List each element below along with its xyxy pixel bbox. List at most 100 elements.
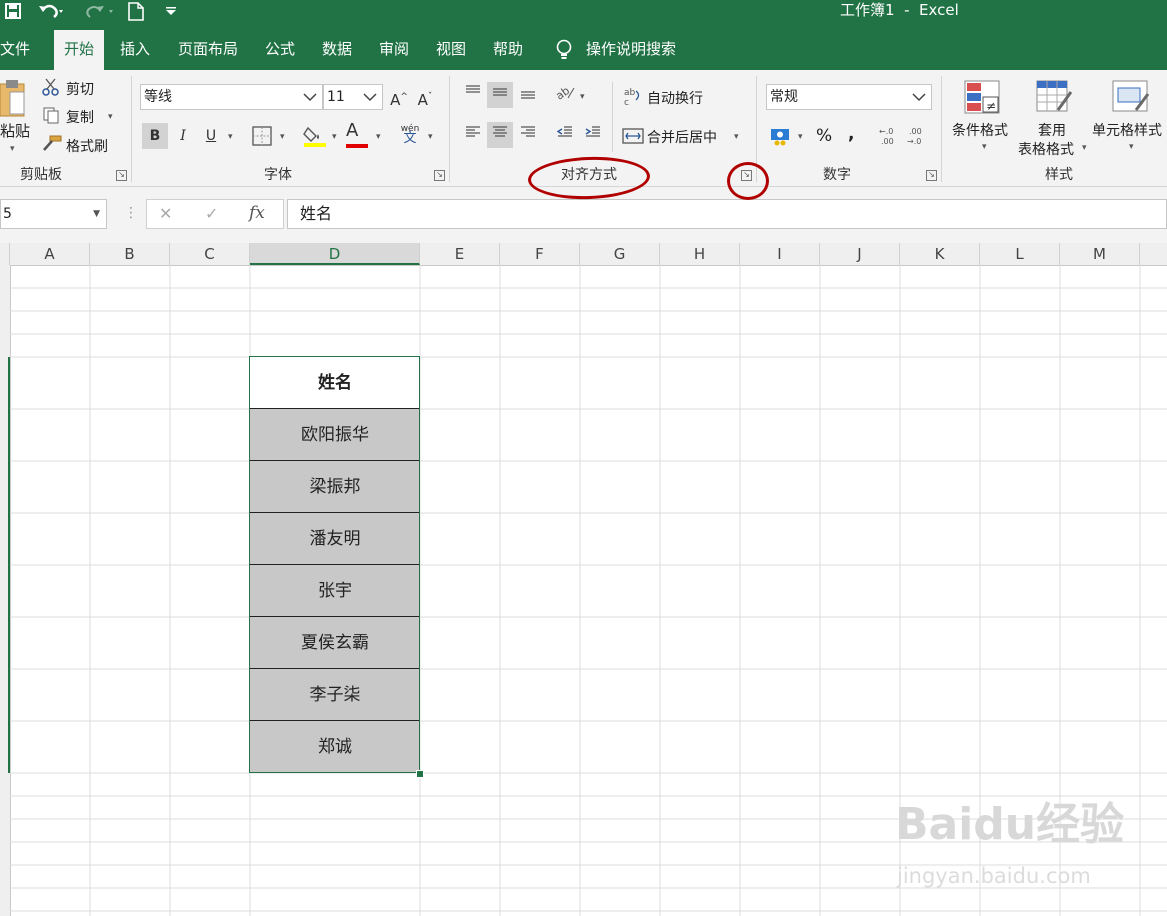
- column-header[interactable]: J: [820, 243, 900, 265]
- font-dialog-launcher-icon[interactable]: ↘: [434, 170, 445, 181]
- align-center-icon[interactable]: [487, 122, 513, 148]
- tell-me-search[interactable]: 操作说明搜索: [586, 30, 676, 70]
- percent-style-button[interactable]: %: [816, 126, 832, 146]
- phonetic-guide-icon[interactable]: wén 文: [400, 124, 420, 145]
- format-as-table-button[interactable]: 表格格式: [1018, 139, 1074, 159]
- decrease-decimal-icon[interactable]: .00 →.0: [906, 124, 928, 152]
- table-cell[interactable]: 欧阳振华: [250, 409, 420, 461]
- chevron-down-icon[interactable]: [362, 85, 378, 118]
- accounting-dropdown-icon[interactable]: ▾: [798, 132, 803, 142]
- borders-icon[interactable]: [252, 126, 272, 150]
- tab-file[interactable]: 文件: [0, 30, 30, 70]
- paste-dropdown-icon[interactable]: ▾: [10, 144, 15, 154]
- new-document-icon[interactable]: [128, 2, 144, 26]
- column-header[interactable]: D: [250, 243, 420, 265]
- customize-icon[interactable]: [164, 0, 178, 23]
- column-header[interactable]: B: [90, 243, 170, 265]
- decrease-indent-icon[interactable]: [552, 122, 578, 148]
- column-header[interactable]: F: [500, 243, 580, 265]
- merge-dropdown-icon[interactable]: ▾: [734, 132, 739, 142]
- align-right-icon[interactable]: [515, 122, 541, 148]
- paste-icon[interactable]: [0, 78, 26, 122]
- cell-header-name[interactable]: 姓名: [250, 357, 420, 409]
- tab-data[interactable]: 数据: [322, 30, 352, 70]
- decrease-font-size-icon[interactable]: Aˇ: [412, 84, 438, 110]
- copy-dropdown-icon[interactable]: ▾: [108, 112, 113, 122]
- fill-color-icon[interactable]: [302, 124, 328, 152]
- accounting-format-icon[interactable]: [770, 126, 792, 150]
- cell-styles-dropdown-icon[interactable]: ▾: [1129, 142, 1134, 152]
- orientation-icon[interactable]: ab: [552, 82, 578, 108]
- column-header-partial[interactable]: [1140, 243, 1167, 265]
- number-dialog-launcher-icon[interactable]: ↘: [926, 170, 937, 181]
- column-header[interactable]: L: [980, 243, 1060, 265]
- column-header[interactable]: K: [900, 243, 980, 265]
- tab-page-layout[interactable]: 页面布局: [178, 30, 238, 70]
- tab-formulas[interactable]: 公式: [265, 30, 295, 70]
- bold-button[interactable]: B: [142, 123, 168, 149]
- select-all-corner[interactable]: [0, 243, 10, 265]
- wrap-text-button[interactable]: 自动换行: [647, 88, 703, 108]
- save-icon[interactable]: [4, 2, 22, 25]
- table-cell[interactable]: 张宇: [250, 565, 420, 617]
- insert-function-icon[interactable]: fx: [249, 203, 265, 223]
- chevron-down-icon[interactable]: [911, 85, 927, 118]
- align-middle-icon[interactable]: [487, 82, 513, 108]
- font-color-dropdown-icon[interactable]: ▾: [376, 132, 381, 142]
- align-bottom-icon[interactable]: [515, 82, 541, 108]
- increase-indent-icon[interactable]: [580, 122, 606, 148]
- underline-dropdown-icon[interactable]: ▾: [228, 132, 233, 142]
- table-cell[interactable]: 潘友明: [250, 513, 420, 565]
- column-header[interactable]: A: [10, 243, 90, 265]
- table-cell[interactable]: 梁振邦: [250, 461, 420, 513]
- phonetic-dropdown-icon[interactable]: ▾: [428, 132, 433, 142]
- format-as-table-line1[interactable]: 套用: [1038, 120, 1066, 140]
- cut-button[interactable]: 剪切: [66, 79, 94, 99]
- comma-style-button[interactable]: ,: [848, 124, 854, 144]
- fill-color-dropdown-icon[interactable]: ▾: [332, 132, 337, 142]
- table-dropdown-icon[interactable]: ▾: [1082, 143, 1087, 153]
- tab-help[interactable]: 帮助: [493, 30, 523, 70]
- column-header[interactable]: M: [1060, 243, 1140, 265]
- tab-review[interactable]: 审阅: [379, 30, 409, 70]
- font-name-combo[interactable]: 等线: [140, 84, 323, 110]
- italic-button[interactable]: I: [170, 123, 196, 149]
- increase-decimal-icon[interactable]: ←.0.00: [878, 124, 900, 152]
- table-cell[interactable]: 夏侯玄霸: [250, 617, 420, 669]
- font-color-icon[interactable]: A: [346, 120, 368, 148]
- align-left-icon[interactable]: [460, 122, 486, 148]
- column-header[interactable]: E: [420, 243, 500, 265]
- column-header[interactable]: I: [740, 243, 820, 265]
- tab-home[interactable]: 开始: [54, 30, 104, 70]
- cancel-icon[interactable]: ✕: [159, 204, 172, 223]
- formula-input[interactable]: 姓名: [287, 199, 1167, 229]
- copy-button[interactable]: 复制: [66, 107, 94, 127]
- column-header[interactable]: H: [660, 243, 740, 265]
- conditional-formatting-button[interactable]: 条件格式: [952, 120, 1008, 140]
- increase-font-size-icon[interactable]: A^: [386, 84, 412, 110]
- chevron-down-icon[interactable]: [302, 85, 318, 118]
- font-size-combo[interactable]: 11: [323, 84, 383, 110]
- cell-styles-button[interactable]: 单元格样式: [1092, 120, 1162, 140]
- clipboard-dialog-launcher-icon[interactable]: ↘: [116, 170, 127, 181]
- tab-view[interactable]: 视图: [436, 30, 466, 70]
- number-format-combo[interactable]: 常规: [766, 84, 932, 110]
- name-box[interactable]: 5 ▼: [0, 199, 107, 229]
- enter-icon[interactable]: ✓: [205, 204, 218, 223]
- redo-icon[interactable]: [82, 2, 116, 25]
- borders-dropdown-icon[interactable]: ▾: [280, 132, 285, 142]
- table-cell[interactable]: 郑诚: [250, 721, 420, 773]
- conditional-dropdown-icon[interactable]: ▾: [982, 142, 987, 152]
- underline-button[interactable]: U: [198, 123, 224, 149]
- paste-button[interactable]: 粘贴: [0, 120, 30, 141]
- column-header[interactable]: G: [580, 243, 660, 265]
- column-header[interactable]: C: [170, 243, 250, 265]
- fill-handle[interactable]: [416, 770, 424, 778]
- merge-center-button[interactable]: 合并后居中: [647, 127, 717, 147]
- undo-icon[interactable]: [38, 2, 64, 25]
- chevron-down-icon[interactable]: ▼: [93, 200, 100, 228]
- format-painter-button[interactable]: 格式刷: [66, 136, 108, 156]
- orientation-dropdown-icon[interactable]: ▾: [580, 92, 585, 102]
- tab-insert[interactable]: 插入: [120, 30, 150, 70]
- table-cell[interactable]: 李子柒: [250, 669, 420, 721]
